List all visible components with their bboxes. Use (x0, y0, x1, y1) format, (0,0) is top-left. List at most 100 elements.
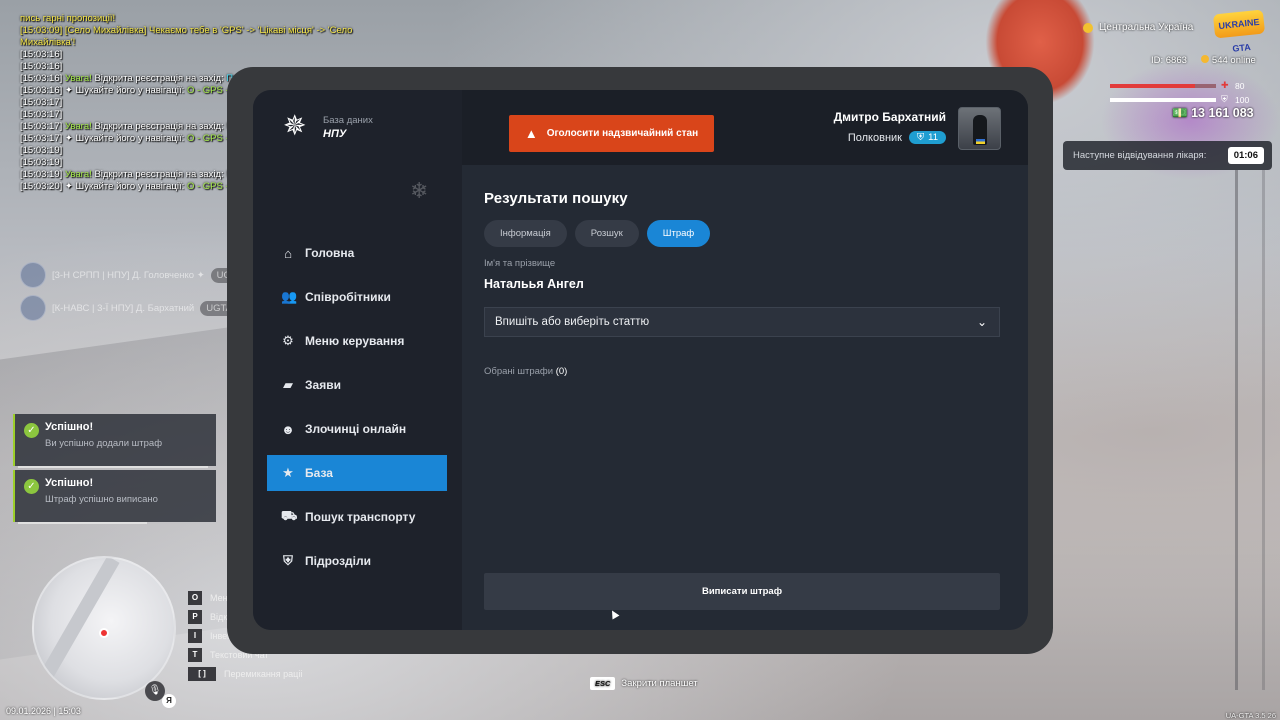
player-nametag: [3-Н СРПП | НПУ] Д. Головченко ✦ UGTA (20, 262, 249, 288)
game-version: UA-GTA 3.5 26 (1225, 711, 1276, 720)
chat-segment: [15:03:20] ✦ Шукайте його у навігації: (20, 181, 187, 192)
esc-key: ESC (590, 677, 616, 690)
name-field-value: Натальья Ангел (484, 277, 584, 291)
star-icon: ★ (282, 465, 294, 480)
issue-fine-button[interactable]: Виписати штраф (484, 573, 1000, 610)
player-avatar (20, 295, 46, 321)
sidebar-item-4[interactable]: ☻ Злочинці онлайн (267, 411, 447, 447)
notification-title: Успішно! (45, 477, 94, 489)
chat-segment: [15:03:09] [Село Михайлівка] Чекаємо теб… (20, 25, 353, 36)
sidebar-item-1[interactable]: 👥 Співробітники (267, 279, 447, 315)
chat-segment: [15:03:19] (20, 169, 65, 180)
tab-fine[interactable]: Штраф (646, 220, 711, 247)
gear-icon: ⚙ (282, 333, 294, 348)
chat-segment: Увага! (64, 73, 92, 84)
sidebar-item-5[interactable]: ★ База (267, 455, 447, 491)
chat-line: [15:03:09] [Село Михайлівка] Чекаємо теб… (20, 25, 400, 37)
player-nametag-name: [3-Н СРПП | НПУ] Д. Головченко ✦ (52, 269, 205, 281)
server-logo: UKRAINE GTA (1212, 9, 1266, 54)
warning-icon: ▲ (524, 126, 538, 141)
notification-progress (18, 466, 209, 468)
user-avatar (958, 107, 1001, 150)
tab-wanted[interactable]: Розшук (574, 220, 639, 247)
chat-segment: Увага! (64, 121, 92, 132)
chat-segment: Відкрита реєстрація на захід: (91, 73, 227, 84)
rank-name: Полковник (847, 131, 902, 144)
minimap (32, 556, 176, 700)
sidebar-item-label: Підрозділи (305, 554, 371, 568)
sidebar-item-label: Співробітники (305, 290, 391, 304)
sidebar-item-2[interactable]: ⚙ Меню керування (267, 323, 447, 359)
chevron-down-icon: ⌄ (976, 315, 987, 329)
chat-segment: [15:03:17] (20, 109, 63, 120)
article-select[interactable]: Впишіть або виберіть статтю ⌄ (484, 307, 1000, 337)
doctor-timer-value: 01:06 (1227, 147, 1264, 164)
key-badge: T (188, 647, 202, 662)
region-indicator: Центральна Україна (1083, 22, 1193, 33)
money-icon: 💵 (1172, 106, 1188, 120)
chat-segment: [15:03:19] (20, 157, 63, 168)
location-pin-icon (1083, 22, 1093, 33)
key-badge: I (188, 628, 202, 643)
online-count: 544 online (1211, 55, 1256, 66)
chat-segment: пись гарні пропозиції! (20, 13, 116, 24)
users-icon: 👥 (281, 289, 298, 304)
check-icon: ✓ (24, 423, 39, 438)
online-count-wrap: 544 online (1200, 55, 1256, 66)
chat-segment: [15:03:16] (20, 73, 65, 84)
logo-text: НПУ (323, 128, 347, 140)
world-guardrail (1235, 170, 1265, 690)
region-name: Центральна Україна (1099, 22, 1194, 33)
notification-title: Успішно! (45, 421, 94, 433)
chat-segment: [15:03:16] ✦ Шукайте його у навігації: (20, 85, 187, 96)
sidebar-item-7[interactable]: ⛨ Підрозділи (267, 543, 447, 579)
selected-fines-label: Обрані штрафи (484, 366, 554, 377)
chat-segment: [15:03:17] ✦ Шукайте його у навігації: (20, 133, 187, 144)
chat-segment: [15:03:19] (20, 145, 63, 156)
notification-progress (18, 522, 147, 524)
chat-segment: [15:03:16] (20, 61, 63, 72)
sidebar-item-label: Пошук транспорту (305, 510, 416, 524)
notification-text: Ви успішно додали штраф (45, 438, 163, 449)
chat-segment: Відкрита реєстрація на захід: (91, 169, 227, 180)
chat-segment: [15:03:16] (20, 49, 63, 60)
key-badge: [ ] (188, 666, 216, 681)
check-icon: ✓ (24, 479, 39, 494)
rank-level: 11 (928, 132, 938, 143)
sidebar-item-6[interactable]: ⛟ Пошук транспорту (267, 499, 447, 535)
money-value: 13 161 083 (1191, 106, 1254, 120)
player-avatar (20, 262, 46, 288)
close-tablet-label: Закрити планшет (621, 678, 698, 689)
voice-indicator: Я (162, 694, 176, 708)
key-badge: O (188, 590, 202, 605)
emergency-label: Оголосити надзвичайний стан (546, 128, 699, 139)
database-label: База даних (323, 115, 373, 126)
tablet-sidebar: ✵ НПУ База даних ❄ ⌂ Головна 👥 Співробітник… (253, 90, 462, 630)
health-icon: ✚ (1221, 80, 1229, 90)
avatar-flag (976, 139, 985, 144)
rank-badge: ⛨ 11 (908, 131, 946, 144)
armor-value: 100 (1235, 95, 1250, 105)
result-tabs: Інформація Розшук Штраф (484, 220, 711, 247)
sidebar-item-label: База (305, 466, 333, 480)
sidebar-item-0[interactable]: ⌂ Головна (267, 235, 447, 271)
chat-segment: Відкрита реєстрація на захід: (91, 121, 227, 132)
player-nametag: [К-НАВС | 3-Ї НПУ] Д. Бархатний UGTA (20, 295, 238, 321)
armor-icon: ⛨ (1221, 94, 1228, 104)
player-id: ID: 6863 (1151, 55, 1187, 66)
article-select-placeholder: Впишіть або виберіть статтю (495, 316, 650, 328)
key-hint-label: Перемикання раціі (224, 668, 303, 679)
chat-line: Михайлівка'! (20, 37, 400, 49)
emergency-button[interactable]: ▲ Оголосити надзвичайний стан (509, 115, 714, 152)
chat-segment: Михайлівка'! (20, 37, 76, 48)
health-bar (1110, 84, 1216, 88)
tab-information[interactable]: Інформація (484, 220, 567, 247)
sidebar-item-3[interactable]: ▰ Заяви (267, 367, 447, 403)
home-icon: ⌂ (284, 245, 292, 261)
chat-segment: Увага! (64, 169, 92, 180)
notification-text: Штраф успішно виписано (45, 494, 158, 505)
key-hint: [ ] Перемикання раціі (188, 664, 302, 683)
player-marker-icon (99, 628, 109, 638)
name-field-label: Ім'я та прізвище (484, 258, 556, 269)
selected-fines-count: (0) (555, 366, 568, 377)
